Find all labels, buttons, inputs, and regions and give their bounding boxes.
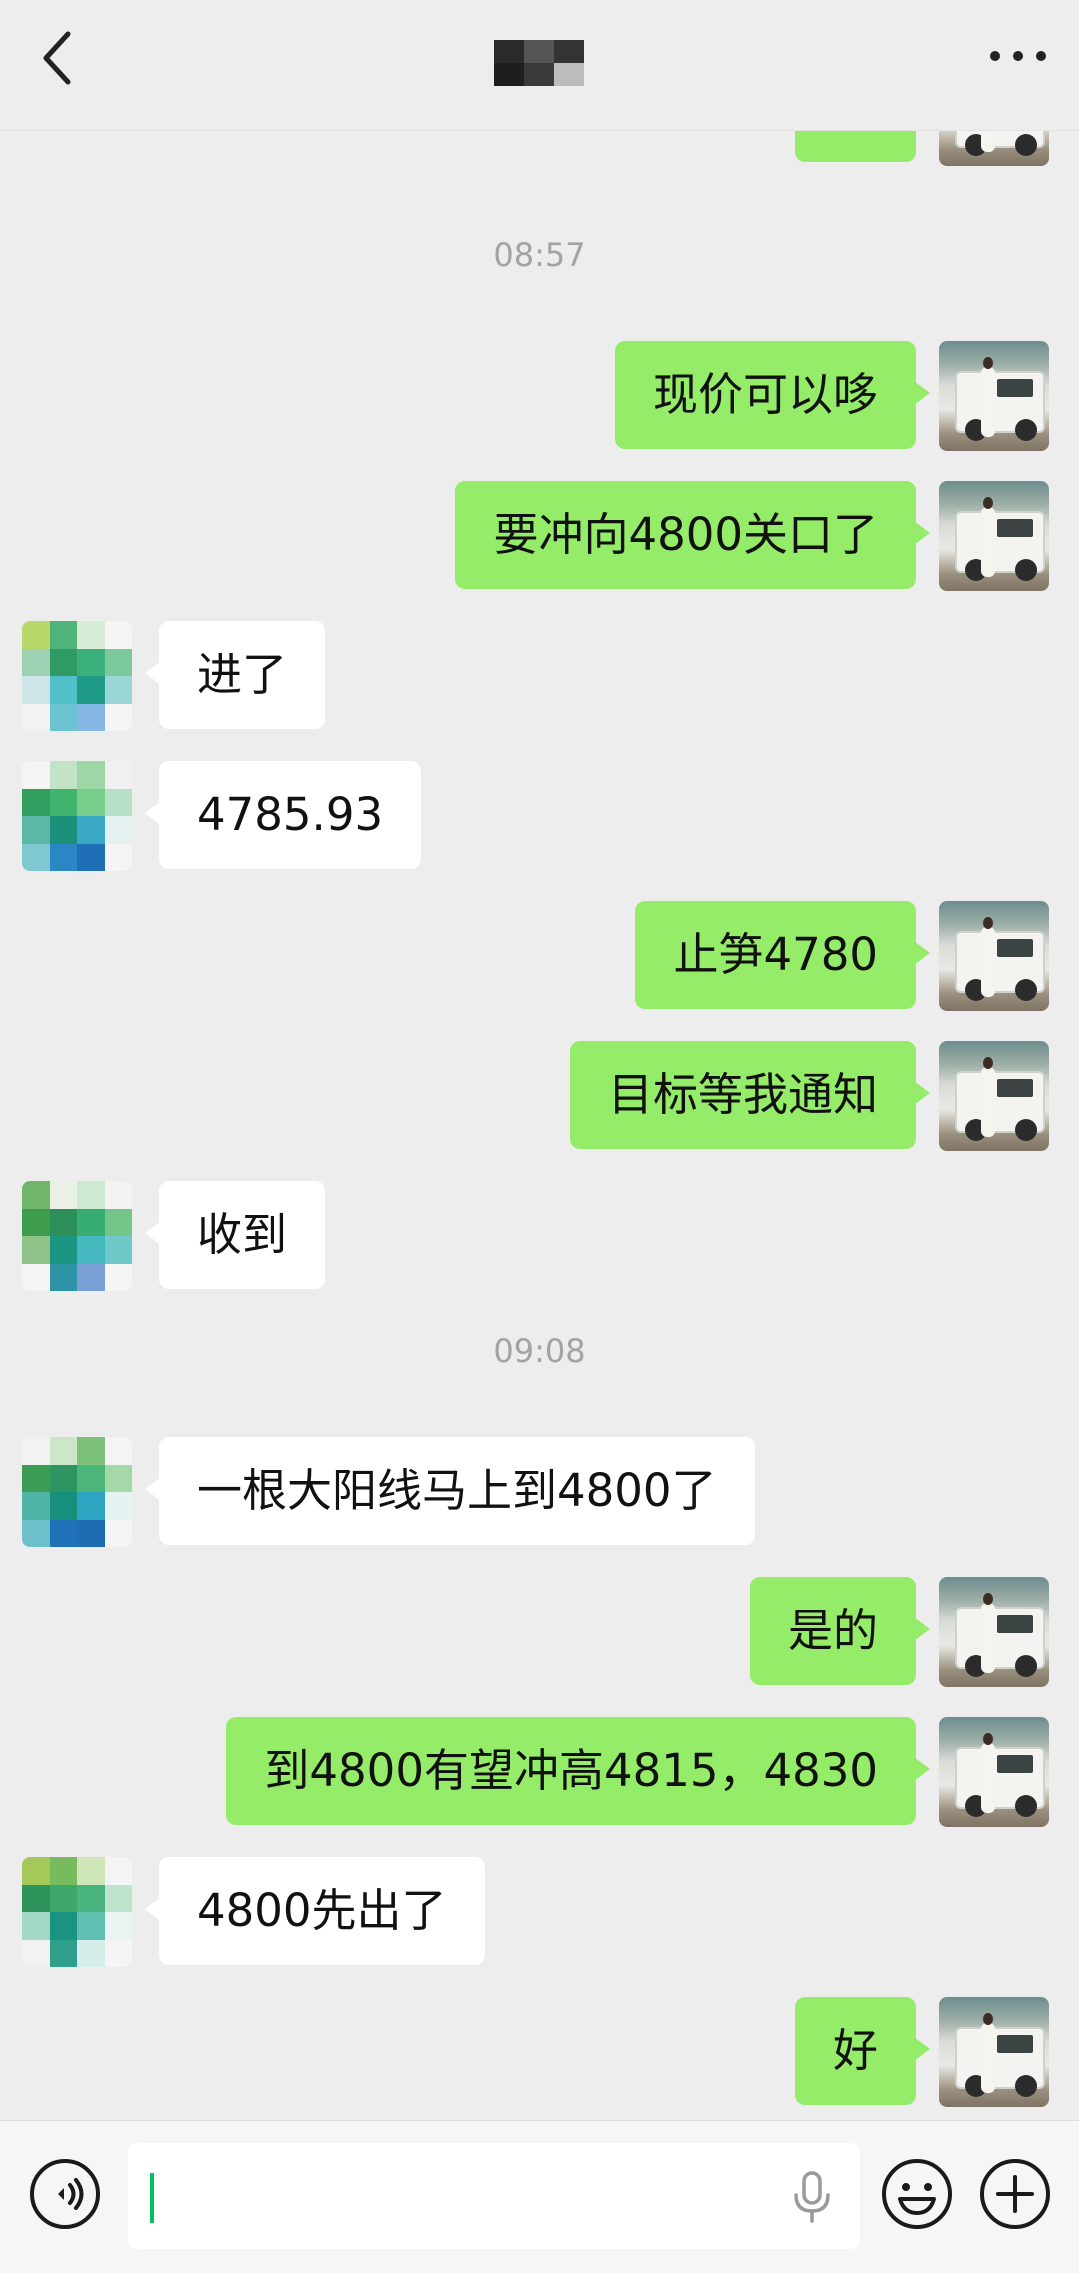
contact-avatar[interactable] xyxy=(22,761,132,871)
message-row: 现价可以哆 xyxy=(0,341,1079,453)
my-avatar[interactable] xyxy=(939,481,1049,591)
my-avatar[interactable] xyxy=(939,1041,1049,1151)
message-bubble[interactable]: 要冲向4800关口了 xyxy=(455,481,930,589)
my-avatar[interactable] xyxy=(939,901,1049,1011)
chevron-left-icon[interactable] xyxy=(30,24,90,94)
chat-header xyxy=(0,0,1079,131)
contact-avatar[interactable] xyxy=(22,1437,132,1547)
my-avatar[interactable] xyxy=(939,341,1049,451)
message-row: 收到 xyxy=(0,1181,1079,1293)
message-bubble[interactable]: 到4800有望冲高4815，4830 xyxy=(226,1717,930,1825)
my-avatar[interactable] xyxy=(939,1577,1049,1687)
voice-icon[interactable] xyxy=(28,2157,102,2231)
input-bar xyxy=(0,2120,1079,2273)
my-avatar[interactable] xyxy=(939,1717,1049,1827)
message-bubble[interactable]: 目标等我通知 xyxy=(569,1041,931,1149)
plus-icon[interactable] xyxy=(978,2157,1052,2231)
emoji-icon[interactable] xyxy=(880,2157,954,2231)
message-row: 4785.93 xyxy=(0,761,1079,873)
message-bubble[interactable]: 一根大阳线马上到4800了 xyxy=(145,1437,755,1545)
timestamp: 08:57 xyxy=(493,236,586,274)
message-bubble[interactable]: 收到 xyxy=(144,1181,326,1289)
message-row: 要冲向4800关口了 xyxy=(0,481,1079,593)
message-row: 到4800有望冲高4815，4830 xyxy=(0,1717,1079,1829)
message-bubble[interactable]: 止笋4780 xyxy=(635,901,930,1009)
message-bubble[interactable]: 4800先出了 xyxy=(145,1857,485,1965)
chat-title xyxy=(494,40,584,86)
message-row: 好 xyxy=(0,1997,1079,2109)
mic-icon[interactable] xyxy=(790,2169,834,2225)
chat-area[interactable]: 好 08:57 现价可以哆 要冲向4800关口了 进了 4785.93 止笋47… xyxy=(0,0,1079,2120)
more-dots-icon[interactable] xyxy=(983,30,1053,80)
timestamp: 09:08 xyxy=(493,1332,586,1370)
message-row: 目标等我通知 xyxy=(0,1041,1079,1153)
message-row: 止笋4780 xyxy=(0,901,1079,1013)
message-bubble[interactable]: 现价可以哆 xyxy=(614,341,931,449)
message-bubble[interactable]: 4785.93 xyxy=(144,761,422,869)
text-cursor xyxy=(150,2173,154,2223)
message-bubble[interactable]: 进了 xyxy=(144,621,326,729)
message-row: 进了 xyxy=(0,621,1079,733)
contact-avatar[interactable] xyxy=(22,1857,132,1967)
contact-avatar[interactable] xyxy=(22,1181,132,1291)
message-bubble[interactable]: 好 xyxy=(794,1997,931,2105)
message-row: 一根大阳线马上到4800了 xyxy=(0,1437,1079,1549)
message-input[interactable] xyxy=(128,2143,860,2249)
contact-avatar[interactable] xyxy=(22,621,132,731)
message-bubble[interactable]: 是的 xyxy=(749,1577,931,1685)
message-row: 4800先出了 xyxy=(0,1857,1079,1969)
message-row: 是的 xyxy=(0,1577,1079,1689)
my-avatar[interactable] xyxy=(939,1997,1049,2107)
